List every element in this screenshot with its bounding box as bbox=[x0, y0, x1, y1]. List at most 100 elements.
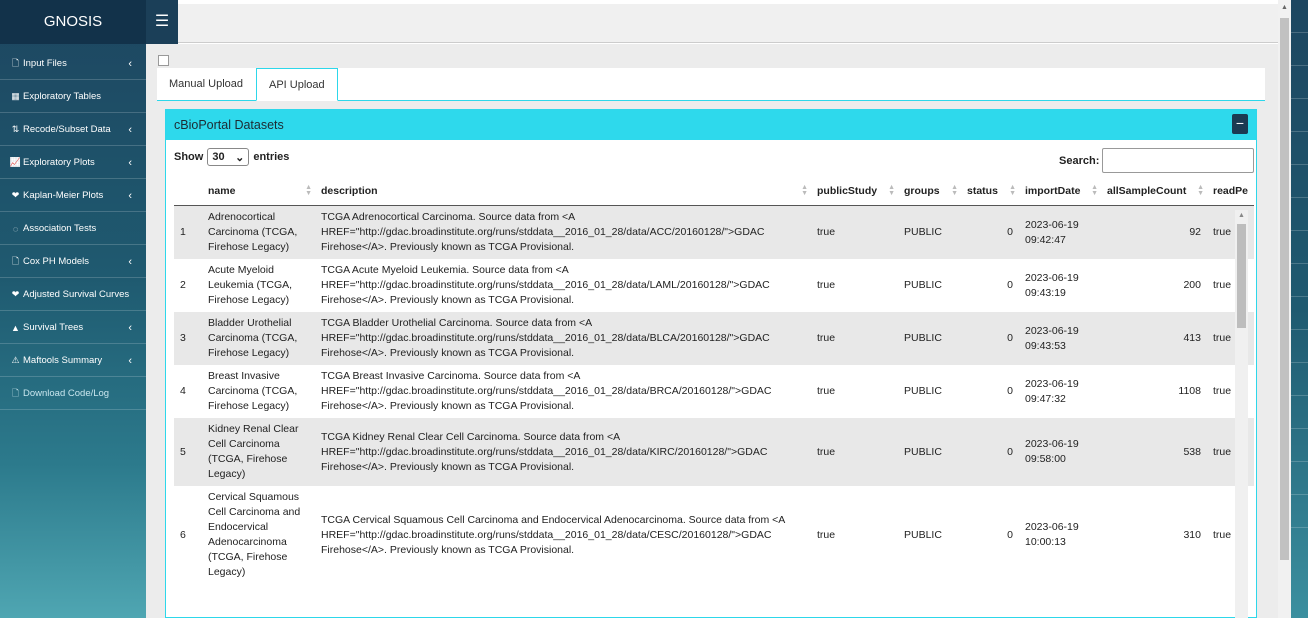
sort-icon: ▲ ▼ bbox=[1091, 184, 1098, 197]
chevron-left-icon: ‹ bbox=[128, 57, 132, 70]
sort-icon: ▲ ▼ bbox=[1197, 184, 1204, 197]
entries-length-control: Show 30 ⌄ entries bbox=[174, 148, 289, 166]
cell-groups: PUBLIC bbox=[898, 205, 961, 259]
sidebar-item-label: Survival Trees bbox=[23, 322, 84, 333]
cell-allsamplecount: 1108 bbox=[1101, 365, 1207, 418]
sidebar-item-exploratory-tables[interactable]: ▦ Exploratory Tables bbox=[0, 81, 146, 113]
search-label: Search: bbox=[1059, 154, 1100, 167]
entries-label: entries bbox=[253, 151, 290, 163]
sidebar-item-exploratory-plots[interactable]: 📈 Exploratory Plots ‹ bbox=[0, 147, 146, 179]
cell-status: 0 bbox=[961, 486, 1019, 584]
file-icon: 🗋 bbox=[11, 387, 20, 398]
cell-publicstudy: true bbox=[811, 312, 898, 365]
cell-importdate: 2023-06-19 09:58:00 bbox=[1019, 418, 1101, 486]
tab-manual-upload[interactable]: Manual Upload bbox=[157, 68, 255, 100]
column-header-importdate[interactable]: importDate ▲ ▼ bbox=[1019, 177, 1101, 206]
cell-description: TCGA Bladder Urothelial Carcinoma. Sourc… bbox=[315, 312, 811, 365]
scroll-up-icon[interactable]: ▲ bbox=[1281, 4, 1288, 11]
table-row[interactable]: 3 Bladder Urothelial Carcinoma (TCGA, Fir… bbox=[174, 312, 1255, 365]
column-header-description[interactable]: description ▲ ▼ bbox=[315, 177, 811, 206]
cell-description: TCGA Adrenocortical Carcinoma. Source da… bbox=[315, 205, 811, 259]
cell-groups: PUBLIC bbox=[898, 312, 961, 365]
sidebar-item-input-files[interactable]: 🗋 Input Files ‹ bbox=[0, 48, 146, 80]
chart-icon: 📈 bbox=[9, 157, 22, 167]
datasets-panel: cBioPortal Datasets − Show 30 ⌄ entries … bbox=[165, 109, 1257, 618]
chevron-left-icon: ‹ bbox=[128, 354, 132, 367]
table-row[interactable]: 4 Breast Invasive Carcinoma (TCGA, Fireho… bbox=[174, 365, 1255, 418]
column-header-groups[interactable]: groups ▲ ▼ bbox=[898, 177, 961, 206]
chevron-left-icon: ‹ bbox=[128, 321, 132, 334]
right-sidebar-strip bbox=[1291, 0, 1308, 618]
sidebar-item-label: Association Tests bbox=[23, 223, 97, 234]
entries-select[interactable]: 30 ⌄ bbox=[207, 148, 250, 166]
cell-importdate: 2023-06-19 09:42:47 bbox=[1019, 205, 1101, 259]
cell-name: Cervical Squamous Cell Carcinoma and End… bbox=[202, 486, 315, 584]
heartbeat-icon: ❤ bbox=[11, 190, 20, 200]
table-row[interactable]: 6 Cervical Squamous Cell Carcinoma and En… bbox=[174, 486, 1255, 584]
chevron-left-icon: ‹ bbox=[128, 189, 132, 202]
cell-allsamplecount: 538 bbox=[1101, 418, 1207, 486]
cell-publicstudy: true bbox=[811, 259, 898, 312]
table-header-row: name ▲ ▼ description ▲ ▼ publicStudy ▲ ▼ groups ▲ ▼… bbox=[174, 177, 1255, 206]
cell-idx: 4 bbox=[174, 365, 202, 418]
table-row[interactable]: 2 Acute Myeloid Leukemia (TCGA, Firehose … bbox=[174, 259, 1255, 312]
cell-groups: PUBLIC bbox=[898, 418, 961, 486]
sidebar-item-label: Adjusted Survival Curves bbox=[23, 289, 130, 300]
sidebar-item-recode-subset-data[interactable]: ⇅ Recode/Subset Data ‹ bbox=[0, 114, 146, 146]
collapse-button[interactable]: − bbox=[1232, 114, 1248, 134]
sidebar-item-label: Input Files bbox=[23, 58, 67, 69]
cell-allsamplecount: 200 bbox=[1101, 259, 1207, 312]
tab-api-upload[interactable]: API Upload bbox=[256, 68, 338, 101]
table-row[interactable]: 1 Adrenocortical Carcinoma (TCGA, Firehos… bbox=[174, 205, 1255, 259]
sidebar-item-cox-ph-models[interactable]: 🗋 Cox PH Models ‹ bbox=[0, 246, 146, 278]
table-scrollbar[interactable]: ▲ bbox=[1235, 210, 1248, 618]
column-header-label: description bbox=[321, 185, 378, 197]
page-scroll-thumb[interactable] bbox=[1280, 18, 1289, 560]
chevron-left-icon: ‹ bbox=[128, 156, 132, 169]
cell-importdate: 2023-06-19 09:43:19 bbox=[1019, 259, 1101, 312]
datasets-table: name ▲ ▼ description ▲ ▼ publicStudy ▲ ▼ groups ▲ ▼… bbox=[174, 177, 1255, 584]
search-input[interactable] bbox=[1102, 148, 1255, 173]
column-header-publicstudy[interactable]: publicStudy ▲ ▼ bbox=[811, 177, 898, 206]
cell-status: 0 bbox=[961, 365, 1019, 418]
sort-icon: ▲ ▼ bbox=[888, 184, 895, 197]
cell-publicstudy: true bbox=[811, 205, 898, 259]
cell-idx: 6 bbox=[174, 486, 202, 584]
entries-value: 30 bbox=[212, 151, 225, 163]
cell-name: Bladder Urothelial Carcinoma (TCGA, Fire… bbox=[202, 312, 315, 365]
sidebar-toggle-button[interactable]: ☰ bbox=[146, 0, 178, 44]
cell-publicstudy: true bbox=[811, 486, 898, 584]
cell-groups: PUBLIC bbox=[898, 486, 961, 584]
table-scroll-thumb[interactable] bbox=[1237, 224, 1246, 328]
cell-importdate: 2023-06-19 09:43:53 bbox=[1019, 312, 1101, 365]
column-header-status[interactable]: status ▲ ▼ bbox=[961, 177, 1019, 206]
minus-icon: − bbox=[1235, 115, 1245, 131]
column-header-allsamplecount[interactable]: allSampleCount ▲ ▼ bbox=[1101, 177, 1207, 206]
cell-status: 0 bbox=[961, 312, 1019, 365]
sidebar-item-association-tests[interactable]: ◌ Association Tests bbox=[0, 213, 146, 245]
sidebar-item-kaplan-meier-plots[interactable]: ❤ Kaplan-Meier Plots ‹ bbox=[0, 180, 146, 212]
sidebar-item-maftools-summary[interactable]: ⚠ Maftools Summary ‹ bbox=[0, 345, 146, 377]
cell-description: TCGA Acute Myeloid Leukemia. Source data… bbox=[315, 259, 811, 312]
cell-groups: PUBLIC bbox=[898, 365, 961, 418]
column-header-label: importDate bbox=[1025, 185, 1081, 197]
table-row[interactable]: 5 Kidney Renal Clear Cell Carcinoma (TCGA… bbox=[174, 418, 1255, 486]
column-header-readpe[interactable]: readPe bbox=[1207, 177, 1255, 206]
sidebar-item-adjusted-survival-curves[interactable]: ❤ Adjusted Survival Curves bbox=[0, 279, 146, 311]
cell-allsamplecount: 310 bbox=[1101, 486, 1207, 584]
cell-idx: 1 bbox=[174, 205, 202, 259]
sidebar-item-survival-trees[interactable]: ▲ Survival Trees ‹ bbox=[0, 312, 146, 344]
scroll-up-icon[interactable]: ▲ bbox=[1238, 212, 1245, 219]
sidebar-item-label: Exploratory Plots bbox=[23, 157, 95, 168]
heartbeat-icon: ❤ bbox=[11, 289, 20, 299]
app-logo[interactable]: GNOSIS bbox=[0, 0, 146, 44]
page-scrollbar[interactable]: ▲ bbox=[1278, 0, 1291, 618]
column-header-name[interactable]: name ▲ ▼ bbox=[202, 177, 315, 206]
sidebar-item-label: Recode/Subset Data bbox=[23, 124, 111, 135]
sort-icon: ⇅ bbox=[11, 124, 20, 134]
sidebar-item-download-code-log[interactable]: 🗋 Download Code/Log bbox=[0, 378, 146, 410]
cell-importdate: 2023-06-19 10:00:13 bbox=[1019, 486, 1101, 584]
cell-idx: 3 bbox=[174, 312, 202, 365]
panel-title: cBioPortal Datasets bbox=[174, 118, 284, 132]
cell-groups: PUBLIC bbox=[898, 259, 961, 312]
